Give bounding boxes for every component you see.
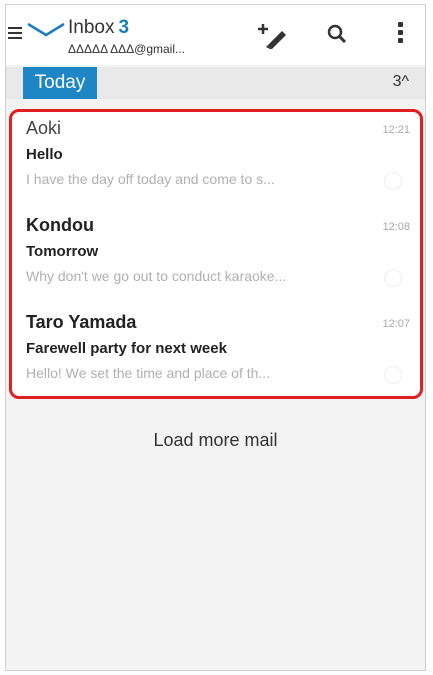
message-subject: Hello bbox=[26, 146, 63, 163]
message-snippet: I have the day off today and come to s..… bbox=[26, 171, 275, 187]
drawer-menu-icon[interactable] bbox=[8, 27, 22, 42]
folder-title[interactable]: Inbox 3 bbox=[68, 17, 129, 39]
message-subject: Tomorrow bbox=[26, 243, 99, 260]
message-sender: Kondou bbox=[26, 215, 94, 235]
message-item-aoki[interactable]: Aoki 12:21 Hello I have the day off toda… bbox=[26, 118, 410, 214]
load-more-button[interactable]: Load more mail bbox=[6, 430, 425, 451]
section-label: Today bbox=[23, 67, 97, 99]
account-address: ΔΔΔΔΔ ΔΔΔ@gmail... bbox=[68, 42, 185, 56]
app-frame: Inbox 3 ΔΔΔΔΔ ΔΔΔ@gmail... Today 3^ Aoki… bbox=[5, 4, 426, 671]
toolbar: Inbox 3 ΔΔΔΔΔ ΔΔΔ@gmail... bbox=[6, 5, 425, 65]
star-icon[interactable] bbox=[384, 269, 402, 287]
message-sender: Taro Yamada bbox=[26, 312, 137, 332]
unread-count-badge: 3 bbox=[118, 17, 130, 38]
message-sender: Aoki bbox=[26, 118, 62, 138]
message-item-taro-yamada[interactable]: Taro Yamada 12:07 Farewell party for nex… bbox=[26, 312, 410, 408]
star-icon[interactable] bbox=[384, 366, 402, 384]
star-icon[interactable] bbox=[384, 172, 402, 190]
date-section-header: Today 3^ bbox=[6, 67, 425, 99]
message-time: 12:08 bbox=[382, 221, 410, 233]
message-list: Aoki 12:21 Hello I have the day off toda… bbox=[9, 109, 423, 399]
envelope-icon[interactable] bbox=[26, 21, 66, 44]
section-count-toggle[interactable]: 3^ bbox=[393, 73, 409, 91]
message-subject: Farewell party for next week bbox=[26, 340, 227, 357]
overflow-menu-icon[interactable] bbox=[398, 22, 403, 46]
compose-icon[interactable] bbox=[254, 21, 288, 54]
message-snippet: Hello! We set the time and place of th..… bbox=[26, 365, 271, 381]
message-snippet: Why don't we go out to conduct karaoke..… bbox=[26, 268, 287, 284]
message-item-kondou[interactable]: Kondou 12:08 Tomorrow Why don't we go ou… bbox=[26, 215, 410, 311]
folder-name: Inbox bbox=[68, 17, 115, 38]
message-time: 12:21 bbox=[382, 124, 410, 136]
search-icon[interactable] bbox=[326, 23, 348, 50]
message-time: 12:07 bbox=[382, 318, 410, 330]
